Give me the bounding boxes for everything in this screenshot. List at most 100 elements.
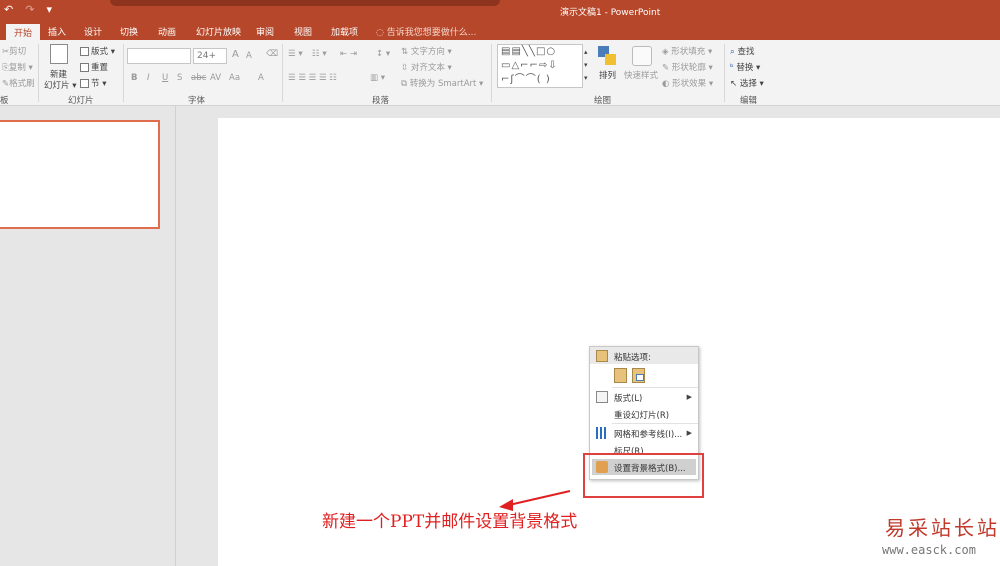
layout-label: 版式: [91, 47, 109, 57]
format-painter-label: 格式刷: [9, 79, 35, 89]
grow-font-button[interactable]: A: [232, 49, 239, 60]
pen-icon: ✎: [662, 63, 672, 73]
strikethrough-button[interactable]: abc: [191, 73, 206, 83]
paste-keep-source-icon[interactable]: [614, 368, 627, 383]
slide-thumbnail-1[interactable]: [0, 120, 160, 229]
layout-button[interactable]: 版式 ▾: [80, 45, 115, 57]
tell-me-text: 告诉我您想要做什么...: [386, 28, 477, 38]
copy-button[interactable]: ⎘复制 ▾: [2, 61, 33, 73]
font-size-dropdown[interactable]: 24+: [193, 48, 227, 64]
char-spacing-button[interactable]: AV: [210, 73, 221, 83]
format-painter-button[interactable]: ✎格式刷: [2, 77, 35, 89]
reset-button[interactable]: 重置: [80, 61, 108, 73]
menu-divider: [612, 423, 698, 424]
clipboard-icon: [596, 350, 608, 362]
lightbulb-icon: ◌: [376, 28, 387, 38]
title-bar: ↶ ↷ ▾ 演示文稿1 - PowerPoint: [0, 0, 1000, 22]
paste-picture-icon[interactable]: [632, 368, 645, 383]
ribbon-tabs: 开始 插入 设计 切换 动画 幻灯片放映 审阅 视图 加载项 ◌ 告诉我您想要做…: [0, 22, 1000, 40]
divider: [123, 44, 124, 102]
quick-styles-button[interactable]: 快速样式: [624, 69, 658, 81]
divider: [724, 44, 725, 102]
clear-format-icon[interactable]: ⌫: [266, 49, 278, 59]
replace-button[interactable]: ᵇ 替换 ▾: [730, 61, 760, 73]
smartart-label: 转换为 SmartArt: [409, 79, 477, 89]
copy-label: 复制: [8, 63, 26, 73]
reset-icon: [80, 63, 89, 72]
tab-animations[interactable]: 动画: [158, 25, 176, 38]
smartart-icon: ⧉: [401, 79, 410, 89]
arrange-button[interactable]: 排列: [599, 69, 616, 81]
tab-insert[interactable]: 插入: [48, 25, 66, 38]
redo-button[interactable]: ↷: [25, 3, 34, 16]
line-spacing-button[interactable]: ↕ ▾: [376, 49, 390, 59]
copy-icon: ⎘: [2, 63, 9, 73]
annotation-caption: 新建一个PPT并邮件设置背景格式: [322, 512, 578, 532]
align-text-label: 对齐文本: [410, 63, 445, 73]
tab-addins[interactable]: 加载项: [331, 25, 358, 38]
font-size-value: 24+: [197, 51, 216, 61]
menu-item-grid-guides[interactable]: 网格和参考线(I)...: [614, 428, 682, 440]
new-slide-button[interactable]: 幻灯片 ▾: [44, 79, 76, 91]
customize-qat-button[interactable]: ▾: [46, 3, 52, 16]
watermark-url: www.easck.com: [882, 543, 976, 557]
shadow-button[interactable]: S: [177, 73, 182, 83]
slide-canvas[interactable]: [218, 118, 1000, 566]
font-group-label: 字体: [188, 96, 206, 106]
font-name-dropdown[interactable]: [127, 48, 191, 64]
find-button[interactable]: ⌕ 查找: [730, 45, 754, 57]
tab-slideshow[interactable]: 幻灯片放映: [196, 25, 241, 38]
text-direction-label: 文字方向: [410, 47, 445, 57]
font-color-button[interactable]: A: [258, 73, 264, 83]
layout-menu-icon: [596, 391, 608, 403]
numbering-button[interactable]: ☷ ▾: [312, 49, 327, 59]
text-direction-button[interactable]: ⇅ 文字方向 ▾: [401, 45, 452, 57]
menu-item-layout[interactable]: 版式(L): [614, 392, 642, 404]
undo-button[interactable]: ↶: [4, 3, 13, 16]
section-button[interactable]: 节 ▾: [80, 77, 106, 89]
shape-fill-button[interactable]: ◈ 形状填充 ▾: [662, 45, 712, 57]
tell-me-search[interactable]: ◌ 告诉我您想要做什么...: [376, 25, 476, 38]
shape-fill-label: 形状填充: [671, 47, 706, 57]
italic-button[interactable]: I: [147, 73, 150, 83]
underline-button[interactable]: U: [162, 73, 168, 83]
tab-review[interactable]: 审阅: [256, 25, 274, 38]
shape-effects-button[interactable]: ◐ 形状效果 ▾: [662, 77, 713, 89]
quick-styles-icon: [632, 46, 652, 66]
tab-transitions[interactable]: 切换: [120, 25, 138, 38]
menu-divider: [612, 387, 698, 388]
replace-label: 替换: [736, 63, 754, 73]
paragraph-group-label: 段落: [372, 96, 390, 106]
gallery-scroll[interactable]: ▴ ▾ ▾: [584, 46, 588, 85]
shrink-font-button[interactable]: A: [246, 51, 252, 61]
cut-label: 剪切: [9, 47, 27, 57]
tab-home[interactable]: 开始: [6, 24, 41, 40]
arrange-icon: [598, 46, 616, 66]
change-case-button[interactable]: Aa: [229, 73, 240, 83]
new-slide-label-2: 幻灯片: [44, 81, 70, 91]
cut-button[interactable]: ✂剪切: [2, 45, 26, 57]
paint-bucket-icon: ◈: [662, 47, 672, 57]
slides-group-label: 幻灯片: [68, 96, 94, 106]
shape-outline-button[interactable]: ✎ 形状轮廓 ▾: [662, 61, 713, 73]
bullets-button[interactable]: ☰ ▾: [288, 49, 303, 59]
select-label: 选择: [739, 79, 757, 89]
tab-design[interactable]: 设计: [84, 25, 102, 38]
align-buttons[interactable]: ☰ ☰ ☰ ☰ ☷: [288, 73, 337, 83]
menu-item-reset-slide[interactable]: 重设幻灯片(R): [614, 409, 669, 421]
title-bar-shadow: [110, 0, 500, 6]
window-title: 演示文稿1 - PowerPoint: [560, 8, 661, 18]
layout-icon: [80, 47, 89, 56]
slide-thumbnails-pane: [0, 106, 176, 566]
bold-button[interactable]: B: [131, 73, 137, 83]
columns-button[interactable]: ▥ ▾: [370, 73, 385, 83]
indent-buttons[interactable]: ⇤ ⇥: [340, 49, 357, 59]
shapes-gallery[interactable]: ▤▤╲╲□○ ▭△⌐⌐⇨⇩ ⌐ʃ⌒⌒( ): [497, 44, 583, 88]
new-slide-icon: [50, 44, 68, 64]
select-button[interactable]: ↖ 选择 ▾: [730, 77, 764, 89]
tab-view[interactable]: 视图: [294, 25, 312, 38]
smartart-button[interactable]: ⧉ 转换为 SmartArt ▾: [401, 77, 483, 89]
align-text-button[interactable]: ⇳ 对齐文本 ▾: [401, 61, 452, 73]
cursor-icon: ↖: [730, 79, 740, 89]
grid-icon: [596, 427, 608, 439]
